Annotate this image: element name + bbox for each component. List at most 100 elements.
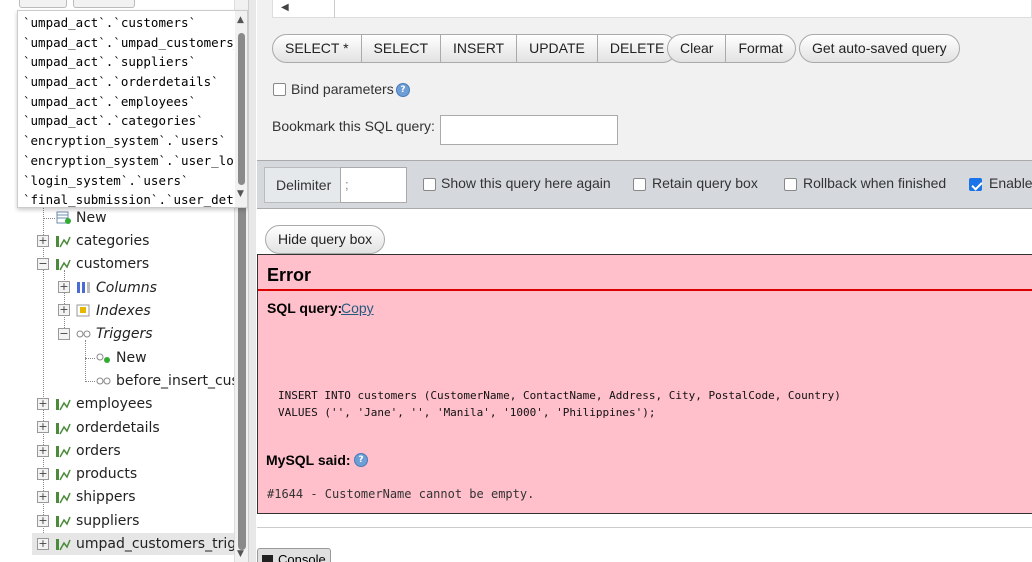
tree-item-label: orders	[76, 443, 121, 459]
sql-editor[interactable]: ◀	[272, 0, 1032, 18]
autocomplete-item[interactable]: `umpad_act`.`employees`	[18, 92, 234, 112]
tree-item-label: customers	[76, 256, 150, 272]
trigger-icon	[96, 377, 111, 385]
new-table-icon	[56, 211, 71, 224]
columns-icon	[77, 282, 90, 293]
copy-link[interactable]: Copy	[341, 300, 374, 316]
table-icon	[56, 469, 71, 481]
tree-item-label: Indexes	[96, 303, 151, 319]
hide-query-box-button[interactable]: Hide query box	[265, 225, 386, 254]
help-icon[interactable]: ?	[354, 453, 368, 467]
nav-tab[interactable]	[19, 0, 67, 8]
panel-resizer[interactable]	[248, 0, 256, 562]
insert-button[interactable]: INSERT	[441, 35, 518, 62]
mysql-said-label: MySQL said:	[266, 452, 351, 468]
update-button[interactable]: UPDATE	[517, 35, 598, 62]
navigation-panel: New + categories − customers + Columns +	[0, 0, 248, 562]
scroll-left-arrow-icon[interactable]: ◀	[281, 2, 289, 13]
error-message: #1644 - CustomerName cannot be empty.	[267, 487, 535, 501]
tree-item-label: employees	[76, 396, 153, 412]
scroll-down-arrow-icon[interactable]: ▼	[237, 549, 244, 559]
autocomplete-item[interactable]: `umpad_act`.`customers`	[18, 13, 234, 33]
editor-action-buttons: Clear Format	[667, 34, 796, 63]
tree-guide	[85, 358, 95, 359]
expand-toggle-icon[interactable]: +	[58, 304, 70, 316]
select-star-button[interactable]: SELECT *	[273, 35, 362, 62]
editor-hscrollbar[interactable]	[295, 0, 335, 18]
get-autosaved-query-button[interactable]: Get auto-saved query	[799, 34, 960, 63]
scroll-down-arrow-icon[interactable]: ▼	[237, 189, 244, 199]
expand-toggle-icon[interactable]: +	[37, 398, 49, 410]
table-icon	[56, 259, 71, 271]
expand-toggle-icon[interactable]: +	[37, 515, 49, 527]
expand-toggle-icon[interactable]: +	[37, 445, 49, 457]
tree-item-trigger[interactable]: before_insert_customers	[96, 371, 234, 391]
autocomplete-scrollbar-thumb[interactable]	[238, 33, 245, 185]
expand-toggle-icon[interactable]: +	[37, 538, 49, 550]
retain-query-box-label: Retain query box	[652, 175, 758, 191]
retain-query-box-checkbox[interactable]	[633, 178, 646, 191]
tree-item-label: umpad_customers_trigger_	[76, 536, 234, 552]
rollback-checkbox[interactable]	[784, 178, 797, 191]
autocomplete-list: `umpad_act`.`customers` `umpad_act`.`ump…	[18, 13, 234, 207]
nav-tab[interactable]	[73, 0, 135, 8]
nav-scrollbar-thumb[interactable]	[238, 205, 246, 550]
sql-query-panel: ◀ SELECT * SELECT INSERT UPDATE DELETE C…	[257, 0, 1032, 160]
autocomplete-item[interactable]: `umpad_act`.`umpad_customers_trigger`	[18, 33, 234, 53]
delimiter-input[interactable]: ;	[340, 167, 407, 203]
tree-item-label: Columns	[96, 280, 157, 296]
tree-item-label: before_insert_customers	[116, 373, 234, 389]
tree-item-label: shippers	[76, 489, 136, 505]
error-title: Error	[267, 265, 312, 285]
autocomplete-item[interactable]: `umpad_act`.`categories`	[18, 111, 234, 131]
console-icon	[262, 555, 273, 562]
autocomplete-item[interactable]: `umpad_act`.`suppliers`	[18, 52, 234, 72]
query-text-line: INSERT INTO customers (CustomerName, Con…	[278, 389, 841, 402]
divider	[257, 527, 1032, 528]
collapse-toggle-icon[interactable]: −	[58, 328, 70, 340]
tree-item-umpad-customers-trigger[interactable]: umpad_customers_trigger_	[56, 534, 234, 554]
select-button[interactable]: SELECT	[362, 35, 442, 62]
autocomplete-item[interactable]: `final_submission`.`user_details`	[18, 190, 234, 207]
phpmyadmin-window: New + categories − customers + Columns +	[0, 0, 1032, 562]
format-button[interactable]: Format	[726, 35, 794, 62]
show-query-label: Show this query here again	[441, 175, 611, 191]
bind-parameters-checkbox[interactable]	[273, 83, 286, 96]
scroll-up-arrow-icon[interactable]: ▲	[237, 15, 244, 25]
query-options-bar: Delimiter ; Show this query here again R…	[257, 160, 1032, 209]
query-template-buttons: SELECT * SELECT INSERT UPDATE DELETE	[272, 34, 678, 63]
delimiter-box: Delimiter ;	[264, 167, 407, 203]
tree-item-label: orderdetails	[76, 420, 160, 436]
expand-toggle-icon[interactable]: +	[37, 468, 49, 480]
bookmark-input[interactable]	[440, 115, 618, 145]
enable-foreign-key-checkbox[interactable]	[969, 178, 982, 191]
console-tab[interactable]: Console	[257, 548, 331, 562]
autocomplete-item[interactable]: `encryption_system`.`user_logs`	[18, 151, 234, 171]
autocomplete-dropdown: `umpad_act`.`customers` `umpad_act`.`ump…	[17, 10, 248, 208]
help-icon[interactable]: ?	[396, 83, 410, 97]
rollback-label: Rollback when finished	[803, 175, 947, 191]
error-box: Error SQL query: Copy INSERT INTO custom…	[257, 254, 1032, 514]
delimiter-label: Delimiter	[276, 177, 332, 193]
tree-item-label: products	[76, 466, 138, 482]
expand-toggle-icon[interactable]: +	[58, 281, 70, 293]
expand-toggle-icon[interactable]: +	[37, 421, 49, 433]
autocomplete-item[interactable]: `encryption_system`.`users`	[18, 131, 234, 151]
table-icon	[56, 516, 71, 528]
tree-item-label: New	[76, 210, 107, 226]
tree-guide	[85, 381, 95, 382]
autocomplete-item[interactable]: `login_system`.`users`	[18, 171, 234, 191]
tree-item-label: suppliers	[76, 513, 140, 529]
table-icon	[56, 423, 71, 435]
collapse-toggle-icon[interactable]: −	[37, 258, 49, 270]
expand-toggle-icon[interactable]: +	[37, 235, 49, 247]
delete-button[interactable]: DELETE	[598, 35, 676, 62]
expand-toggle-icon[interactable]: +	[37, 491, 49, 503]
clear-button[interactable]: Clear	[668, 35, 727, 62]
query-text-line: VALUES ('', 'Jane', '', 'Manila', '1000'…	[278, 406, 656, 419]
autocomplete-scrollbar[interactable]: ▲ ▼	[235, 11, 247, 207]
show-query-checkbox[interactable]	[423, 178, 436, 191]
bookmark-label: Bookmark this SQL query:	[272, 118, 435, 134]
autocomplete-item[interactable]: `umpad_act`.`orderdetails`	[18, 72, 234, 92]
indexes-icon	[76, 304, 90, 317]
